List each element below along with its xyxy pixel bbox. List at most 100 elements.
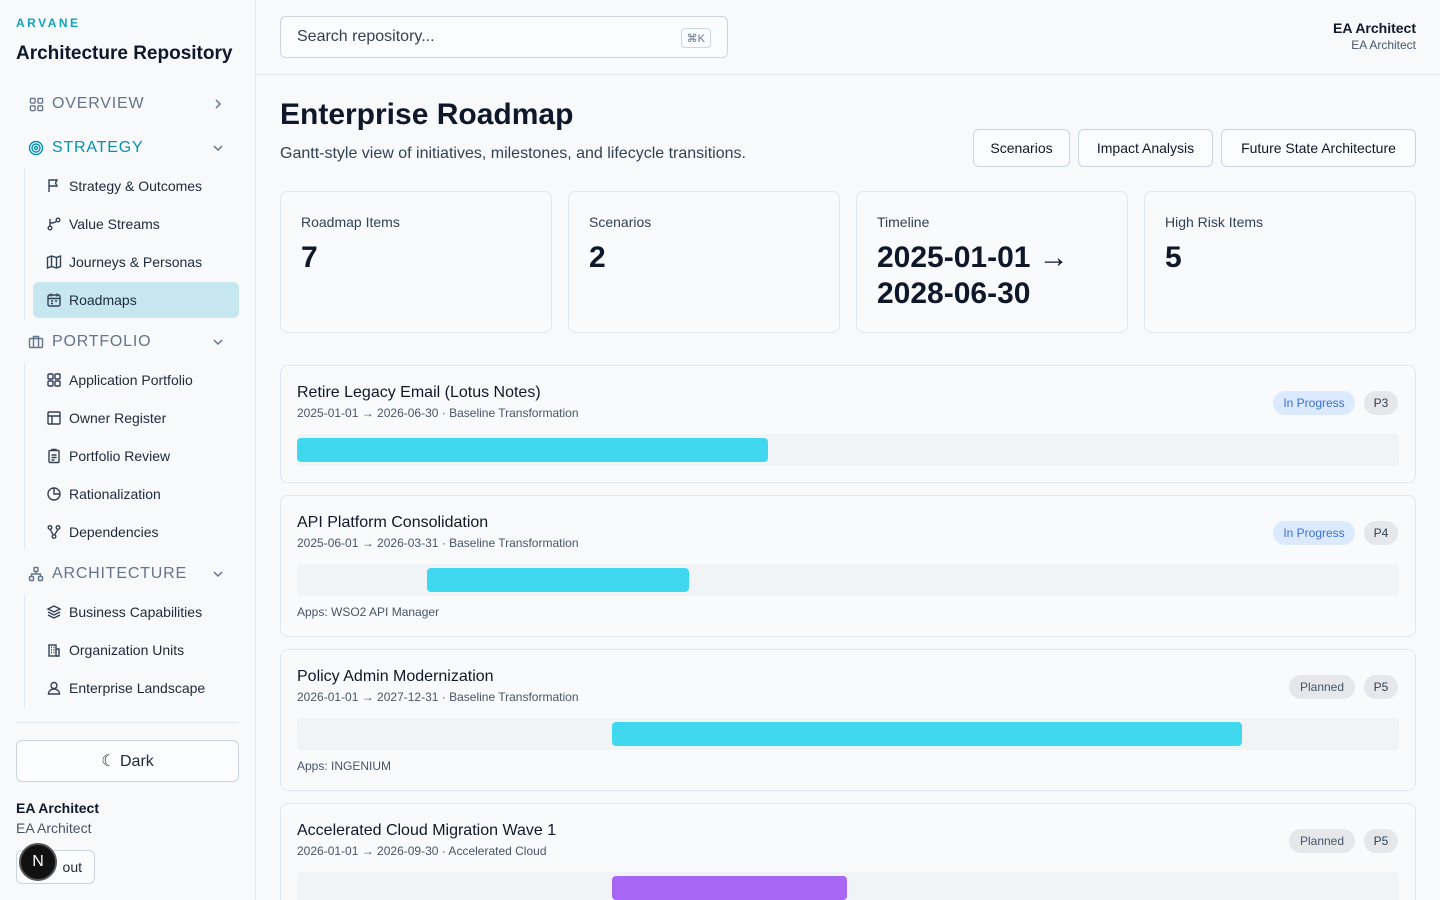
stat-value: 5 [1165, 241, 1182, 274]
grid-icon [46, 372, 62, 388]
roadmap-item-apps: Apps: INGENIUM [297, 759, 392, 773]
user-name: EA Architect [1333, 20, 1416, 36]
sidebar-item-dependencies[interactable]: Dependencies [33, 514, 239, 550]
user-icon [46, 680, 62, 696]
layers-icon [46, 604, 62, 620]
nav-section-overview[interactable]: OVERVIEW [16, 87, 240, 121]
shortcut-hint: ⌘K [680, 28, 711, 48]
sidebar-item-label: Business Capabilities [69, 604, 203, 620]
network-icon [46, 524, 62, 540]
sidebar-item-label: Roadmaps [69, 292, 137, 308]
roadmap-item-title: Policy Admin Modernization [297, 668, 494, 685]
search-box[interactable]: ⌘K [280, 16, 728, 58]
dark-mode-toggle[interactable]: ☾ Dark [16, 740, 239, 782]
roadmap-item[interactable]: API Platform Consolidation 2025-06-01 → … [280, 495, 1416, 637]
sidebar-item-rationalization[interactable]: Rationalization [33, 476, 239, 512]
priority-badge: P4 [1364, 521, 1398, 545]
stat-label: Scenarios [589, 214, 652, 230]
sidebar-item-organization-units[interactable]: Organization Units [33, 632, 239, 668]
gantt-track [297, 872, 1399, 900]
nav-section-portfolio[interactable]: PORTFOLIO [16, 325, 240, 359]
page-title: Enterprise Roadmap [280, 98, 574, 131]
sidebar-item-label: Value Streams [69, 216, 160, 232]
top-bar: ⌘K EA Architect EA Architect [256, 0, 1440, 75]
sidebar-item-application-portfolio[interactable]: Application Portfolio [33, 362, 239, 398]
page-subtitle: Gantt-style view of initiatives, milesto… [280, 145, 746, 162]
sidebar-item-value-streams[interactable]: Value Streams [33, 206, 239, 242]
stat-card-high-risk-items: High Risk Items 5 [1144, 191, 1416, 333]
briefcase-icon [28, 334, 44, 350]
roadmap-item-title: Accelerated Cloud Migration Wave 1 [297, 822, 557, 839]
sidebar-item-enterprise-landscape[interactable]: Enterprise Landscape [33, 670, 239, 706]
roadmap-item[interactable]: Accelerated Cloud Migration Wave 1 2026-… [280, 803, 1416, 900]
stat-label: High Risk Items [1165, 214, 1264, 230]
status-badge: In Progress [1273, 391, 1355, 415]
roadmap-item-title: API Platform Consolidation [297, 514, 489, 531]
roadmap-item[interactable]: Retire Legacy Email (Lotus Notes) 2025-0… [280, 365, 1416, 483]
sidebar-item-journeys-personas[interactable]: Journeys & Personas [33, 244, 239, 280]
priority-badge: P5 [1364, 675, 1398, 699]
gantt-bar[interactable] [427, 568, 690, 592]
flag-icon [46, 178, 62, 194]
sidebar-item-label: Journeys & Personas [69, 254, 203, 270]
branch-icon [46, 216, 62, 232]
hierarchy-icon [28, 566, 44, 582]
gantt-bar[interactable] [297, 438, 768, 462]
sidebar-item-owner-register[interactable]: Owner Register [33, 400, 239, 436]
sidebar-item-label: Rationalization [69, 486, 161, 502]
gantt-track [297, 718, 1399, 750]
gantt-bar[interactable] [612, 876, 848, 900]
chevron-right-icon [210, 96, 226, 112]
sidebar-item-label: Application Portfolio [69, 372, 193, 388]
future-state-architecture-button[interactable]: Future State Architecture [1221, 129, 1416, 167]
stat-value: 2 [589, 241, 606, 274]
sidebar: ARVANE Architecture Repository OVERVIEW … [0, 0, 256, 900]
gantt-track [297, 434, 1399, 466]
sidebar-item-label: Owner Register [69, 410, 167, 426]
scenarios-button[interactable]: Scenarios [973, 129, 1070, 167]
status-badge: Planned [1289, 675, 1355, 699]
gantt-bar[interactable] [612, 722, 1242, 746]
chevron-down-icon [210, 566, 226, 582]
roadmap-item-meta: 2025-01-01 → 2026-06-30 · Baseline Trans… [297, 406, 579, 420]
sidebar-item-roadmaps[interactable]: Roadmaps [33, 282, 239, 318]
stat-card-roadmap-items: Roadmap Items 7 [280, 191, 552, 333]
roadmap-item-meta: 2026-01-01 → 2027-12-31 · Baseline Trans… [297, 690, 579, 704]
chevron-down-icon [210, 140, 226, 156]
priority-badge: P3 [1364, 391, 1398, 415]
user-role: EA Architect [1351, 38, 1416, 52]
stat-label: Timeline [877, 214, 930, 230]
clipboard-icon [46, 448, 62, 464]
table-icon [46, 410, 62, 426]
building-icon [46, 642, 62, 658]
search-input[interactable] [297, 28, 657, 46]
map-icon [46, 254, 62, 270]
sidebar-divider [16, 722, 239, 723]
brand-wordmark: ARVANE [16, 16, 81, 30]
nav-section-label: ARCHITECTURE [52, 565, 187, 582]
sidebar-item-business-capabilities[interactable]: Business Capabilities [33, 594, 239, 630]
priority-badge: P5 [1364, 829, 1398, 853]
nav-guide-line [24, 362, 25, 550]
stat-value: 7 [301, 241, 318, 274]
sidebar-item-label: Strategy & Outcomes [69, 178, 203, 194]
sidebar-item-strategy-outcomes[interactable]: Strategy & Outcomes [33, 168, 239, 204]
roadmap-item-title: Retire Legacy Email (Lotus Notes) [297, 384, 541, 401]
grid-icon [28, 96, 44, 112]
user-menu[interactable]: EA Architect EA Architect [1333, 20, 1416, 52]
roadmap-item-meta: 2026-01-01 → 2026-09-30 · Accelerated Cl… [297, 844, 547, 858]
pie-chart-icon [46, 486, 62, 502]
sidebar-item-portfolio-review[interactable]: Portfolio Review [33, 438, 239, 474]
dev-tools-badge[interactable]: N [19, 843, 57, 881]
nav-section-label: STRATEGY [52, 139, 144, 156]
sidebar-item-label: Organization Units [69, 642, 185, 658]
nav-section-architecture[interactable]: ARCHITECTURE [16, 557, 240, 591]
sidebar-user-role: EA Architect [16, 820, 92, 836]
nav-guide-line [24, 168, 25, 320]
roadmap-item[interactable]: Policy Admin Modernization 2026-01-01 → … [280, 649, 1416, 791]
nav-section-strategy[interactable]: STRATEGY [16, 131, 240, 165]
chevron-down-icon [210, 334, 226, 350]
impact-analysis-button[interactable]: Impact Analysis [1078, 129, 1213, 167]
status-badge: In Progress [1273, 521, 1355, 545]
nav-section-label: PORTFOLIO [52, 333, 152, 350]
